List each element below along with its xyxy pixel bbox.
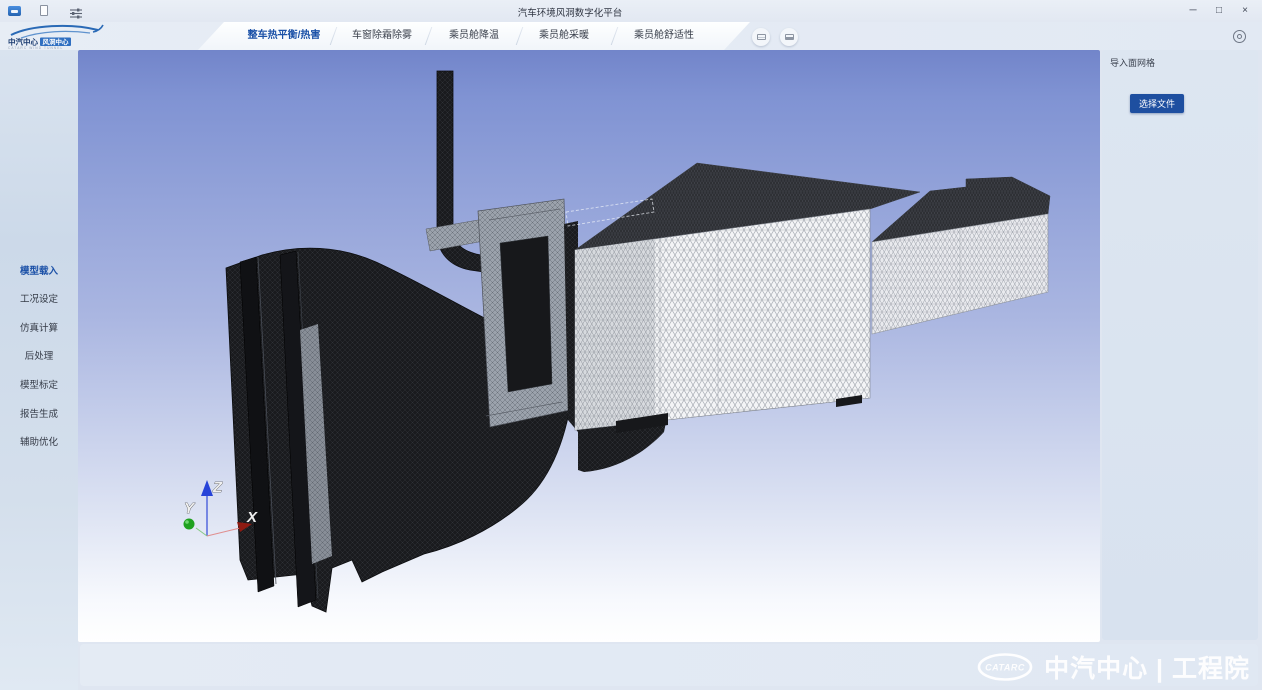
tab-separator [425,27,433,45]
tab-cabin-comfort[interactable]: 乘员舱舒适性 [634,22,694,50]
tab-label: 乘员舱舒适性 [634,30,694,41]
axis-y-ball [184,519,195,530]
user-settings-icon[interactable] [1233,30,1246,43]
catarc-logo-text: CATARC [985,663,1025,673]
tab-separator [611,27,619,45]
grid-panel-icon [757,34,766,40]
window-titlebar: 汽车环境风洞数字化平台 ─ □ × [0,0,1262,22]
card-panel-icon [785,34,794,40]
close-button[interactable]: × [1236,3,1254,19]
footer-watermark: CATARC 中汽中心 | 工程院 [976,649,1250,685]
tab-label: 乘员舱降温 [449,30,499,41]
app-header: 中汽中心 风洞中心 CATARC WIND TUNNEL 整车热平衡/热害 车窗… [0,22,1262,50]
axis-x-label: X [246,509,258,526]
sidebar-item-condition-setup[interactable]: 工况设定 [0,293,78,307]
brand-badge: 风洞中心 [43,37,70,46]
sidebar-item-model-calibration[interactable]: 模型标定 [0,379,78,393]
brand-name: 中汽中心 [8,37,38,47]
sidebar-item-report-generation[interactable]: 报告生成 [0,408,78,422]
sidebar-item-simulation-compute[interactable]: 仿真计算 [0,322,78,336]
tab-separator [330,27,338,45]
footer-bar: CATARC 中汽中心 | 工程院 [80,644,1258,686]
minimize-button[interactable]: ─ [1184,3,1202,19]
sidebar-item-auxiliary-optimization[interactable]: 辅助优化 [0,436,78,450]
axis-z-label: Z [212,479,223,496]
tab-separator [516,27,524,45]
app-icon[interactable] [8,6,21,16]
document-icon[interactable] [40,5,48,16]
layout-panel-button[interactable] [752,28,770,46]
window-title: 汽车环境风洞数字化平台 [518,5,623,19]
choose-file-button[interactable]: 选择文件 [1130,94,1184,113]
sidebar-nav: 模型载入 工况设定 仿真计算 后处理 模型标定 报告生成 辅助优化 [0,50,78,690]
tab-window-defrost-defog[interactable]: 车窗除霜除雾 [352,22,412,50]
tab-label: 车窗除霜除雾 [352,30,412,41]
tab-label: 乘员舱采暖 [539,30,589,41]
card-panel-button[interactable] [780,28,798,46]
maximize-button[interactable]: □ [1210,3,1228,19]
viewport-3d-canvas[interactable]: Z Y X [78,50,1100,642]
sidebar-item-post-processing[interactable]: 后处理 [0,350,78,364]
tab-bar: 整车热平衡/热害 车窗除霜除雾 乘员舱降温 乘员舱采暖 乘员舱舒适性 [198,22,750,50]
viewport-3d[interactable]: Z Y X [78,50,1100,642]
tab-cabin-cooling[interactable]: 乘员舱降温 [449,22,499,50]
tab-cabin-heating[interactable]: 乘员舱采暖 [539,22,589,50]
watermark-text: 中汽中心 | 工程院 [1044,649,1250,685]
catarc-logo: CATARC [976,651,1034,683]
sidebar-item-model-load[interactable]: 模型载入 [0,265,78,279]
tab-label: 整车热平衡/热害 [248,30,321,41]
right-panel-model-import: 导入面网格 选择文件 [1102,50,1258,640]
import-surface-mesh-label: 导入面网格 [1110,56,1155,69]
brand-logo: 中汽中心 风洞中心 CATARC WIND TUNNEL [5,22,113,50]
tab-vehicle-thermal-balance[interactable]: 整车热平衡/热害 [248,22,321,50]
